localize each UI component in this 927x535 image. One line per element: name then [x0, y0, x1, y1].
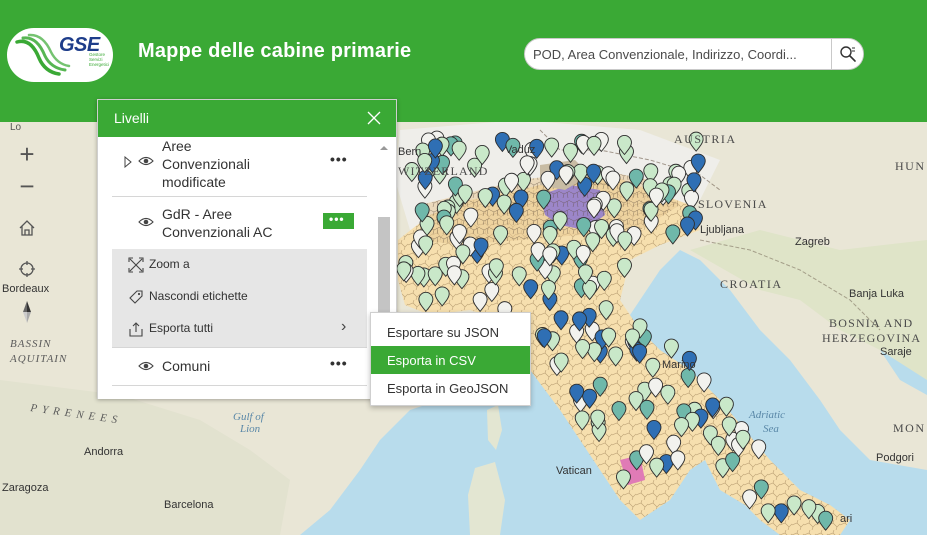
map-label-barcelona: Barcelona [164, 499, 214, 511]
minus-icon: − [19, 171, 35, 201]
map-label-bern: Bern [398, 146, 421, 158]
layer-name-line: GdR - Aree [162, 206, 233, 222]
map-label-sea: Sea [763, 423, 779, 435]
search-icon [839, 46, 856, 62]
layer-name: Aree Convenzionali modificate [162, 137, 250, 191]
map-label-podgori: Podgori [876, 452, 914, 464]
app-root: AUSTRIA HUN SLOVENIA CROATIA BOSNIA AND … [0, 0, 927, 535]
zoom-out-button[interactable]: − [11, 170, 43, 202]
layer-name-line: modificate [162, 174, 226, 190]
layers-panel: Livelli Aree Convenzionali modificate ••… [97, 99, 397, 399]
menu-item-export-geojson[interactable]: Esporta in GeoJSON [371, 374, 530, 402]
zoom-to-icon [128, 257, 144, 273]
layer-name-line: Convenzionali AC [162, 224, 273, 240]
eye-icon[interactable] [138, 360, 154, 372]
layer-options-button[interactable]: ••• [330, 151, 348, 167]
export-menu: Esportare su JSON Esporta in CSV Esporta… [370, 312, 531, 406]
map-label-banja-luka: Banja Luka [849, 288, 905, 300]
ellipsis-icon: ••• [329, 212, 345, 226]
map-label-saraje: Saraje [880, 346, 912, 358]
map-label-zaragoza: Zaragoza [2, 482, 49, 494]
export-icon [129, 322, 143, 337]
map-label-slovenia: SLOVENIA [698, 197, 768, 211]
crosshair-icon [19, 261, 35, 277]
logo-subtext: Gestore Servizi Energetici [89, 52, 110, 67]
map-label-bassin: BASSIN [10, 338, 51, 350]
layer-actions: Zoom a Nascondi etichette Esporta tutti [112, 249, 367, 347]
map-label-bosnia: BOSNIA AND [829, 316, 913, 330]
map-label-adriatic: Adriatic [748, 409, 785, 421]
home-icon [19, 220, 35, 236]
gse-logo[interactable]: GSE Gestore Servizi Energetici [7, 28, 113, 82]
map-label-bari: ari [840, 513, 852, 525]
menu-item-export-csv[interactable]: Esporta in CSV [371, 346, 530, 374]
map-label-marino: Marino [662, 359, 696, 371]
map-label-ljubljana: Ljubljana [700, 224, 745, 236]
map-label-vatican: Vatican [556, 465, 592, 477]
divider [112, 385, 367, 386]
map-label-hun: HUN [895, 159, 926, 173]
tag-icon [129, 290, 143, 304]
map-label-zagreb: Zagreb [795, 236, 830, 248]
menu-item-export-json[interactable]: Esportare su JSON [371, 318, 530, 346]
search-input[interactable] [533, 41, 833, 67]
map-label-croatia: CROATIA [720, 277, 783, 291]
hide-labels-label: Nascondi etichette [149, 289, 248, 303]
search-box [524, 38, 864, 70]
compass-icon [23, 301, 31, 323]
eye-icon[interactable] [138, 155, 154, 167]
map-label-aquitain: AQUITAIN [9, 353, 67, 365]
plus-icon: + [19, 139, 35, 169]
layer-item-aree-convenzionali-modificate[interactable]: Aree Convenzionali modificate ••• [98, 137, 378, 195]
map-label-mon: MON [893, 421, 926, 435]
layer-name-line: Convenzionali [162, 156, 250, 172]
layers-panel-header: Livelli [98, 100, 396, 137]
app-title: Mappe delle cabine primarie [138, 40, 412, 62]
map-label-austria: AUSTRIA [674, 132, 737, 146]
map-label-andorra: Andorra [84, 446, 124, 458]
map-label-switzerland: WITZERLAND [398, 164, 489, 178]
home-button[interactable] [11, 212, 43, 244]
scroll-up-icon[interactable] [377, 143, 391, 153]
layers-panel-title: Livelli [114, 110, 150, 126]
map-label-lo: Lo [10, 122, 22, 133]
layer-options-button-active[interactable]: ••• [323, 212, 354, 229]
map-label-vaduz: Vaduz [505, 144, 535, 156]
expand-triangle-icon[interactable] [123, 156, 133, 168]
layer-name: Comuni [162, 358, 211, 374]
compass-button[interactable] [11, 296, 43, 328]
zoom-to-action[interactable]: Zoom a [112, 249, 367, 281]
chevron-right-icon: › [341, 318, 347, 335]
layer-item-comuni[interactable]: Comuni ••• [98, 348, 378, 386]
eye-icon[interactable] [138, 216, 154, 228]
layer-name: GdR - Aree Convenzionali AC [162, 205, 273, 241]
close-icon[interactable] [366, 110, 382, 126]
zoom-to-label: Zoom a [149, 257, 190, 271]
locate-button[interactable] [11, 253, 43, 285]
layers-list: Aree Convenzionali modificate ••• GdR - … [98, 137, 396, 399]
search-button[interactable] [831, 39, 863, 69]
hide-labels-action[interactable]: Nascondi etichette [112, 281, 367, 313]
layer-options-button[interactable]: ••• [330, 355, 348, 371]
layer-name-line: Aree [162, 138, 192, 154]
export-all-action[interactable]: Esporta tutti › [112, 313, 367, 345]
export-all-label: Esporta tutti [149, 321, 214, 335]
map-label-gulf-of: Gulf of [233, 411, 266, 423]
map-label-lion: Lion [239, 423, 261, 435]
map-label-herzegovina: HERZEGOVINA [822, 331, 921, 345]
zoom-in-button[interactable]: + [11, 138, 43, 170]
layer-item-gdr-aree-convenzionali-ac[interactable]: GdR - Aree Convenzionali AC ••• [98, 197, 378, 247]
